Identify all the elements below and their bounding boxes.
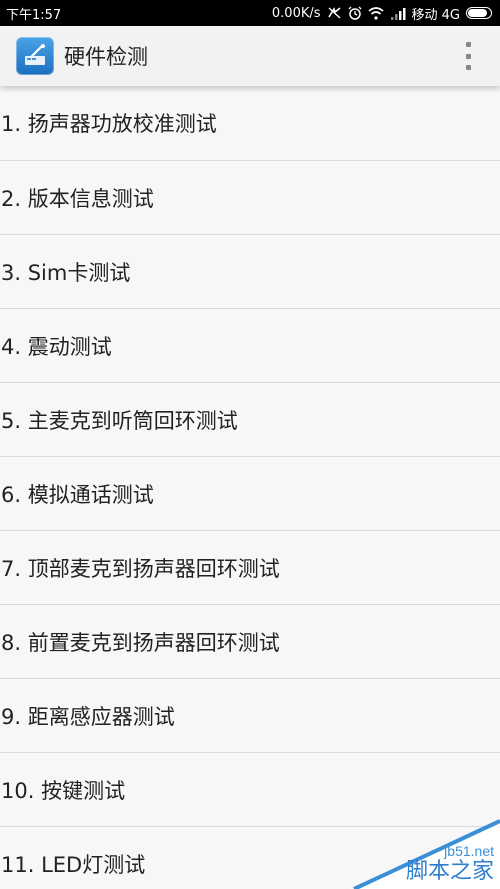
signal-icon <box>390 7 406 20</box>
wifi-icon <box>367 6 384 20</box>
hardware-test-app-icon <box>16 37 54 75</box>
test-item-main-mic-earpiece-loopback[interactable]: 5. 主麦克到听筒回环测试 <box>0 383 500 457</box>
status-time: 下午1:57 <box>6 7 62 23</box>
network-speed: 0.00K/s <box>271 5 321 21</box>
test-item-led[interactable]: 11. LED灯测试 <box>0 827 500 889</box>
page-title: 硬件检测 <box>64 45 148 69</box>
screen: 下午1:57 0.00K/s 移动 4G 硬件检测 1. 扬声器功放校准测试 2… <box>0 0 500 889</box>
status-bar: 下午1:57 0.00K/s 移动 4G <box>0 0 500 26</box>
nfc-icon <box>327 6 342 20</box>
test-item-sim-card[interactable]: 3. Sim卡测试 <box>0 235 500 309</box>
carrier-label: 移动 4G <box>411 7 460 23</box>
test-item-keys[interactable]: 10. 按键测试 <box>0 753 500 827</box>
test-item-top-mic-speaker-loopback[interactable]: 7. 顶部麦克到扬声器回环测试 <box>0 531 500 605</box>
battery-icon <box>466 7 492 19</box>
test-item-front-mic-speaker-loopback[interactable]: 8. 前置麦克到扬声器回环测试 <box>0 605 500 679</box>
test-item-simulated-call[interactable]: 6. 模拟通话测试 <box>0 457 500 531</box>
test-item-proximity-sensor[interactable]: 9. 距离感应器测试 <box>0 679 500 753</box>
test-item-vibration[interactable]: 4. 震动测试 <box>0 309 500 383</box>
battery-fill <box>468 9 487 17</box>
alarm-icon <box>348 6 362 20</box>
test-item-version-info[interactable]: 2. 版本信息测试 <box>0 161 500 235</box>
test-list: 1. 扬声器功放校准测试 2. 版本信息测试 3. Sim卡测试 4. 震动测试… <box>0 86 500 889</box>
app-bar: 硬件检测 <box>0 26 500 86</box>
overflow-menu-icon[interactable] <box>462 42 474 70</box>
test-item-speaker-calibration[interactable]: 1. 扬声器功放校准测试 <box>0 86 500 161</box>
